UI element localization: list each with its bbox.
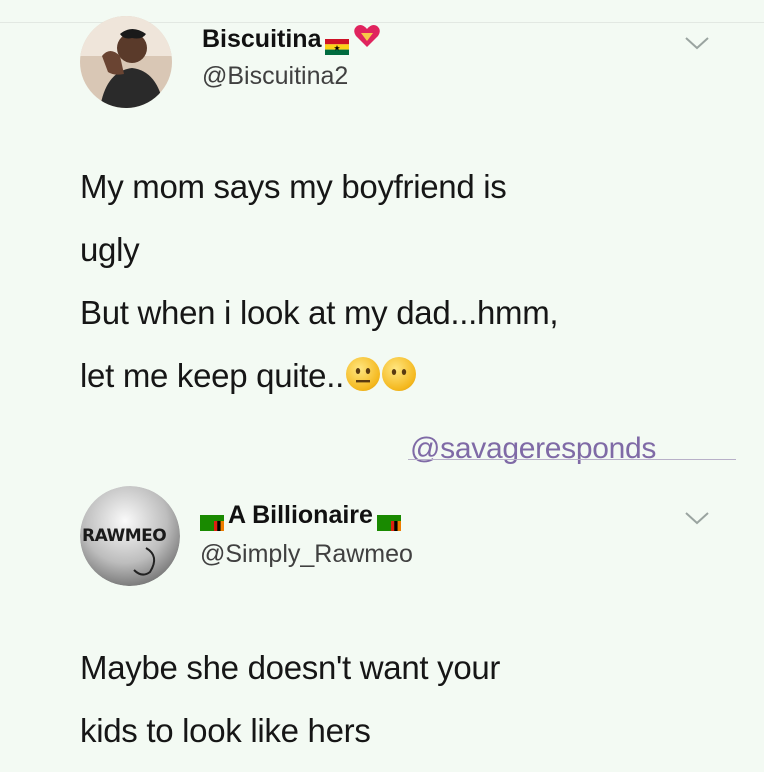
zambia-flag-icon [376, 509, 401, 531]
zambia-flag-icon [200, 509, 224, 531]
watermark: @savageresponds [410, 432, 657, 465]
display-name-text: A Billionaire [228, 501, 373, 529]
heart-icon [353, 24, 381, 55]
tweet-line: My mom says my boyfriend is [80, 168, 507, 205]
tweet-line: Maybe she doesn't want your [80, 649, 501, 686]
handle[interactable]: @Biscuitina2 [202, 62, 348, 91]
avatar-text: RAWMEO [82, 526, 167, 546]
display-name[interactable]: A Billionaire [200, 501, 401, 531]
chevron-down-icon[interactable] [684, 35, 710, 51]
display-name-text: Biscuitina [202, 25, 322, 53]
ghana-flag-icon [325, 33, 350, 55]
handle[interactable]: @Simply_Rawmeo [200, 540, 413, 569]
tweet-text: Maybe she doesn't want your kids to look… [80, 636, 500, 762]
face-without-mouth-icon [381, 357, 416, 391]
tweet-line: ugly [80, 231, 140, 268]
display-name[interactable]: Biscuitina [202, 24, 381, 55]
avatar[interactable] [80, 16, 172, 108]
watermark-divider [408, 459, 736, 460]
tweet-text: My mom says my boyfriend is ugly But whe… [80, 155, 559, 407]
tweet-line: kids to look like hers [80, 712, 371, 749]
avatar[interactable]: RAWMEO [80, 486, 180, 586]
tweet-line: But when i look at my dad...hmm, [80, 294, 559, 331]
tweet-line-last: let me keep quite.. [80, 344, 558, 407]
chevron-down-icon[interactable] [684, 510, 710, 526]
neutral-face-icon [345, 357, 380, 391]
tweet-line-text: let me keep quite.. [80, 357, 344, 394]
